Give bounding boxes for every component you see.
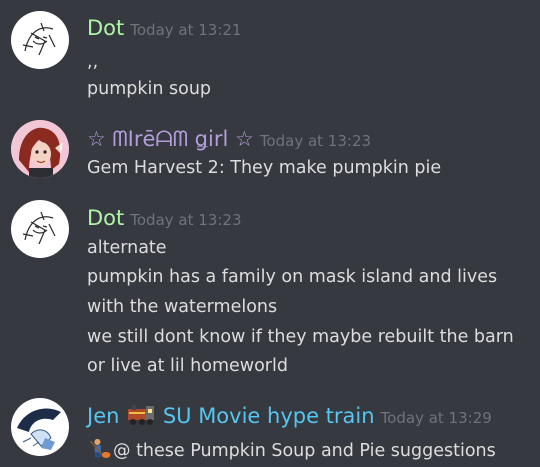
message-line: or live at lil homeworld <box>87 356 288 376</box>
avatar[interactable] <box>11 200 69 258</box>
message-line: ,, <box>87 52 99 72</box>
message-line: Gem Harvest 2: They make pumpkin pie <box>87 158 442 178</box>
author-name[interactable]: ☆ ᗰIrēᗩᗰ ǥirl ☆ <box>87 127 254 151</box>
avatar[interactable] <box>11 398 69 456</box>
lapis-sketch-avatar-icon <box>17 408 61 450</box>
message-line: with the watermelons <box>87 297 278 317</box>
avatar[interactable] <box>11 120 69 178</box>
timestamp: Today at 13:29 <box>380 409 492 427</box>
author-name[interactable]: Dot <box>87 16 124 40</box>
pumpkin-farmer-emoji <box>89 438 111 458</box>
author-name-suffix[interactable]: SU Movie hype train <box>163 404 375 428</box>
author-name[interactable]: Jen <box>87 404 119 428</box>
timestamp: Today at 13:23 <box>130 211 242 229</box>
message-line: pumpkin has a family on mask island and … <box>87 267 498 287</box>
timestamp: Today at 13:21 <box>130 21 242 39</box>
timestamp: Today at 13:23 <box>259 132 372 150</box>
train-icon <box>128 405 155 425</box>
author-name[interactable]: Dot <box>87 206 124 230</box>
message-line: we still dont know if they maybe rebuilt… <box>87 327 514 347</box>
avatar[interactable] <box>11 11 69 69</box>
message-line: alternate <box>87 238 167 258</box>
message-line: @ these Pumpkin Soup and Pie suggestions <box>113 441 496 461</box>
pearl-sketch-avatar-icon <box>22 211 56 245</box>
pearl-sketch-avatar-icon <box>22 22 56 56</box>
message-line: pumpkin soup <box>87 79 212 99</box>
red-haired-girl-avatar-icon <box>11 120 69 178</box>
